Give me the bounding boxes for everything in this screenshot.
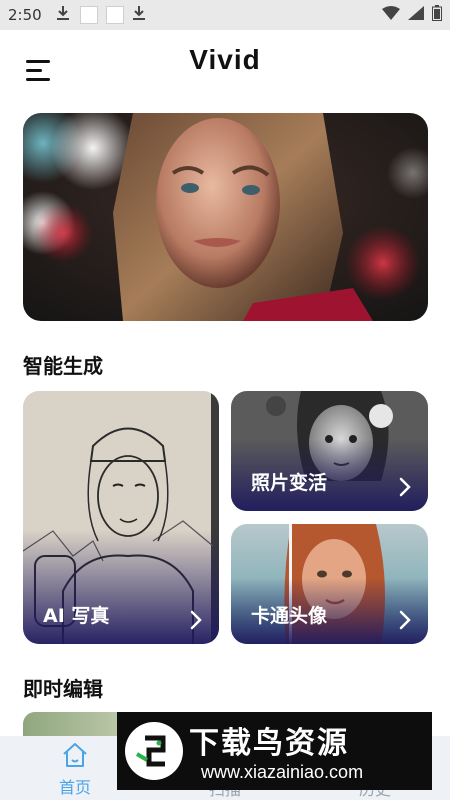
card-label: 卡通头像 (251, 605, 328, 627)
section-title-instant-edit: 即时编辑 (23, 677, 103, 701)
app-header: Vivid (0, 30, 450, 110)
download-icon (132, 5, 146, 25)
nav-label-home: 首页 (58, 778, 91, 797)
card-label: 照片变活 (251, 472, 328, 494)
menu-icon (26, 78, 50, 81)
section-title-smart-generation: 智能生成 (23, 354, 103, 378)
download-icon (56, 5, 70, 25)
hero-banner[interactable] (23, 113, 428, 321)
signal-icon (408, 6, 424, 24)
card-cartoon-avatar[interactable]: 卡通头像 (231, 524, 428, 644)
watermark-logo (125, 722, 183, 780)
card-ai-portrait[interactable]: AI 写真 (23, 391, 219, 644)
watermark-url: www.xiazainiao.com (201, 762, 364, 782)
chevron-right-icon (399, 610, 411, 630)
app-screen: 2:50 Vivid 智能生成 AI 写真 照片变活 卡通头像 即时编辑 首页 … (0, 0, 450, 800)
watermark-overlay: 下载鸟资源 www.xiazainiao.com (117, 712, 432, 790)
watermark-title: 下载鸟资源 (189, 726, 349, 761)
chevron-right-icon (399, 477, 411, 497)
notification-icon (79, 6, 98, 24)
card-label: AI 写真 (43, 605, 110, 627)
wifi-icon (382, 6, 400, 24)
home-icon (63, 743, 87, 767)
app-title: Vivid (189, 44, 261, 75)
nav-item-home[interactable]: 首页 (20, 736, 130, 800)
status-bar: 2:50 (0, 0, 450, 30)
card-photo-transform[interactable]: 照片变活 (231, 391, 428, 511)
notification-icon (105, 6, 124, 24)
chevron-right-icon (190, 610, 202, 630)
banner-image (23, 113, 428, 321)
battery-icon (432, 5, 442, 25)
status-time: 2:50 (8, 6, 42, 24)
